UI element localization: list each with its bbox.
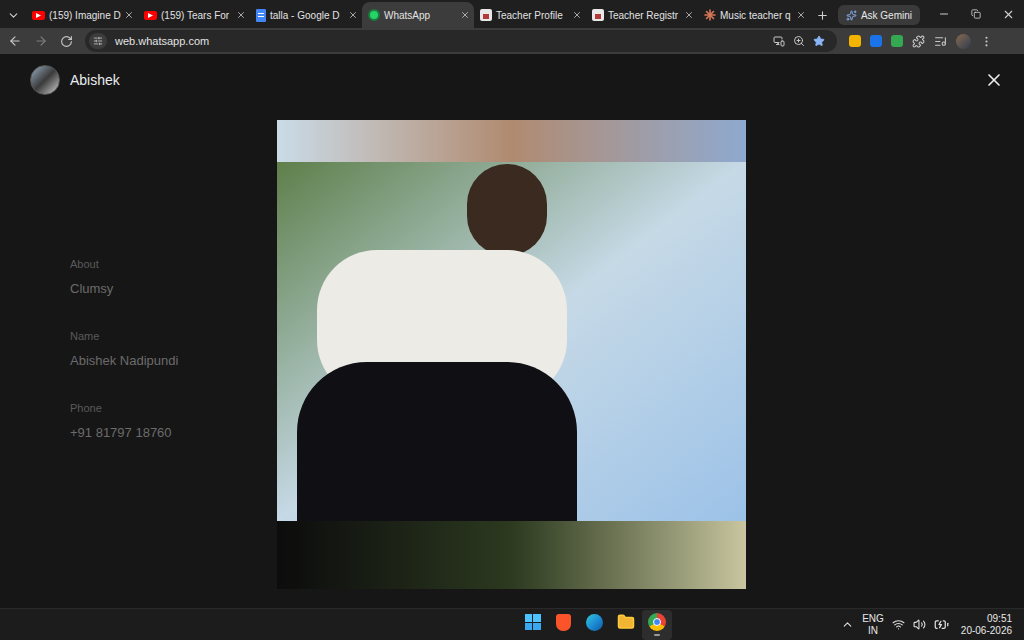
new-tab-icon[interactable] [816,9,829,22]
gemini-button[interactable]: Ask Gemini [838,5,920,25]
viewer-header: Abishek [0,54,1024,106]
forward-icon[interactable] [34,34,48,48]
extensions-icon[interactable] [912,35,925,48]
youtube-icon [144,11,157,20]
toolbar: web.whatsapp.com [0,28,1024,54]
tab-search-icon[interactable] [7,9,20,22]
browser-tab[interactable]: WhatsApp [362,2,474,28]
close-tab-icon[interactable] [460,10,470,20]
taskbar-app[interactable] [580,610,610,640]
bookmark-star-icon[interactable] [813,35,825,47]
tab-label: (159) Tears For [161,8,236,23]
minimize-icon[interactable] [938,8,950,20]
claude-icon [704,9,716,21]
browser-tab[interactable]: talla - Google D [250,2,362,28]
tab-strip: (159) Imagine D (159) Tears For talla - Go… [0,0,1024,28]
background-field: AboutClumsy [70,256,277,298]
taskbar: ENGIN 09:5120-06-2026 [0,608,1024,640]
close-viewer-icon[interactable] [984,70,1004,90]
docs-icon [256,9,266,22]
youtube-icon [32,11,45,20]
page-icon [480,9,492,21]
tray-overflow-icon[interactable] [841,618,854,631]
background-panel: AboutClumsy NameAbishek Nadipundi Phone+91… [0,106,277,589]
windows-icon [525,614,541,630]
brave-icon [556,614,571,631]
whatsapp-icon [368,9,380,21]
close-window-icon[interactable] [1002,8,1015,21]
browser-tab[interactable]: (159) Imagine D [26,2,138,28]
address-bar[interactable]: web.whatsapp.com [85,30,837,52]
close-tab-icon[interactable] [124,10,134,20]
address-text: web.whatsapp.com [115,33,765,50]
wifi-icon[interactable] [892,618,905,631]
tab-label: Teacher Registr [608,8,684,23]
taskbar-app[interactable] [642,610,672,640]
tab-label: Teacher Profile [496,8,572,23]
extension-icon[interactable] [849,35,861,47]
clock[interactable]: 09:5120-06-2026 [961,613,1012,637]
taskbar-app[interactable] [611,610,641,640]
tab-label: Music teacher q [720,8,796,23]
media-icon[interactable] [934,35,947,48]
tab-label: talla - Google D [270,8,348,23]
close-tab-icon[interactable] [236,10,246,20]
profile-avatar-icon[interactable] [956,34,971,49]
install-icon[interactable] [773,35,785,47]
folder-icon [617,613,635,631]
battery-icon[interactable] [934,617,949,632]
back-icon[interactable] [8,34,22,48]
edge-icon [586,614,603,631]
language-indicator[interactable]: ENGIN [862,613,884,637]
close-tab-icon[interactable] [348,10,358,20]
gemini-icon [846,10,857,21]
browser-tab[interactable]: Teacher Registr [586,2,698,28]
browser-tab[interactable]: Music teacher q [698,2,810,28]
screen: (159) Imagine D (159) Tears For talla - Go… [0,0,1024,640]
close-tab-icon[interactable] [572,10,582,20]
photo-viewer: Abishek AboutClumsy NameAbishek Nadipundi P… [0,54,1024,608]
background-field: Phone+91 81797 18760 [70,400,277,442]
volume-icon[interactable] [913,618,926,631]
taskbar-app[interactable] [549,610,579,640]
profile-photo [277,120,746,589]
reload-icon[interactable] [60,35,73,48]
contact-avatar [30,65,60,95]
restore-icon[interactable] [971,9,981,19]
zoom-icon[interactable] [793,35,805,47]
close-tab-icon[interactable] [796,10,806,20]
page-icon [592,9,604,21]
tab-label: WhatsApp [384,8,460,23]
background-field: NameAbishek Nadipundi [70,328,277,370]
tab-label: (159) Imagine D [49,8,124,23]
site-info-icon[interactable] [93,36,103,46]
contact-name: Abishek [70,70,120,91]
chrome-icon [648,613,666,631]
browser-tab[interactable]: Teacher Profile [474,2,586,28]
extension-icon[interactable] [891,35,903,47]
extension-icon[interactable] [870,35,882,47]
taskbar-app[interactable] [518,610,548,640]
browser-tab[interactable]: (159) Tears For [138,2,250,28]
menu-icon[interactable] [980,35,993,48]
close-tab-icon[interactable] [684,10,694,20]
